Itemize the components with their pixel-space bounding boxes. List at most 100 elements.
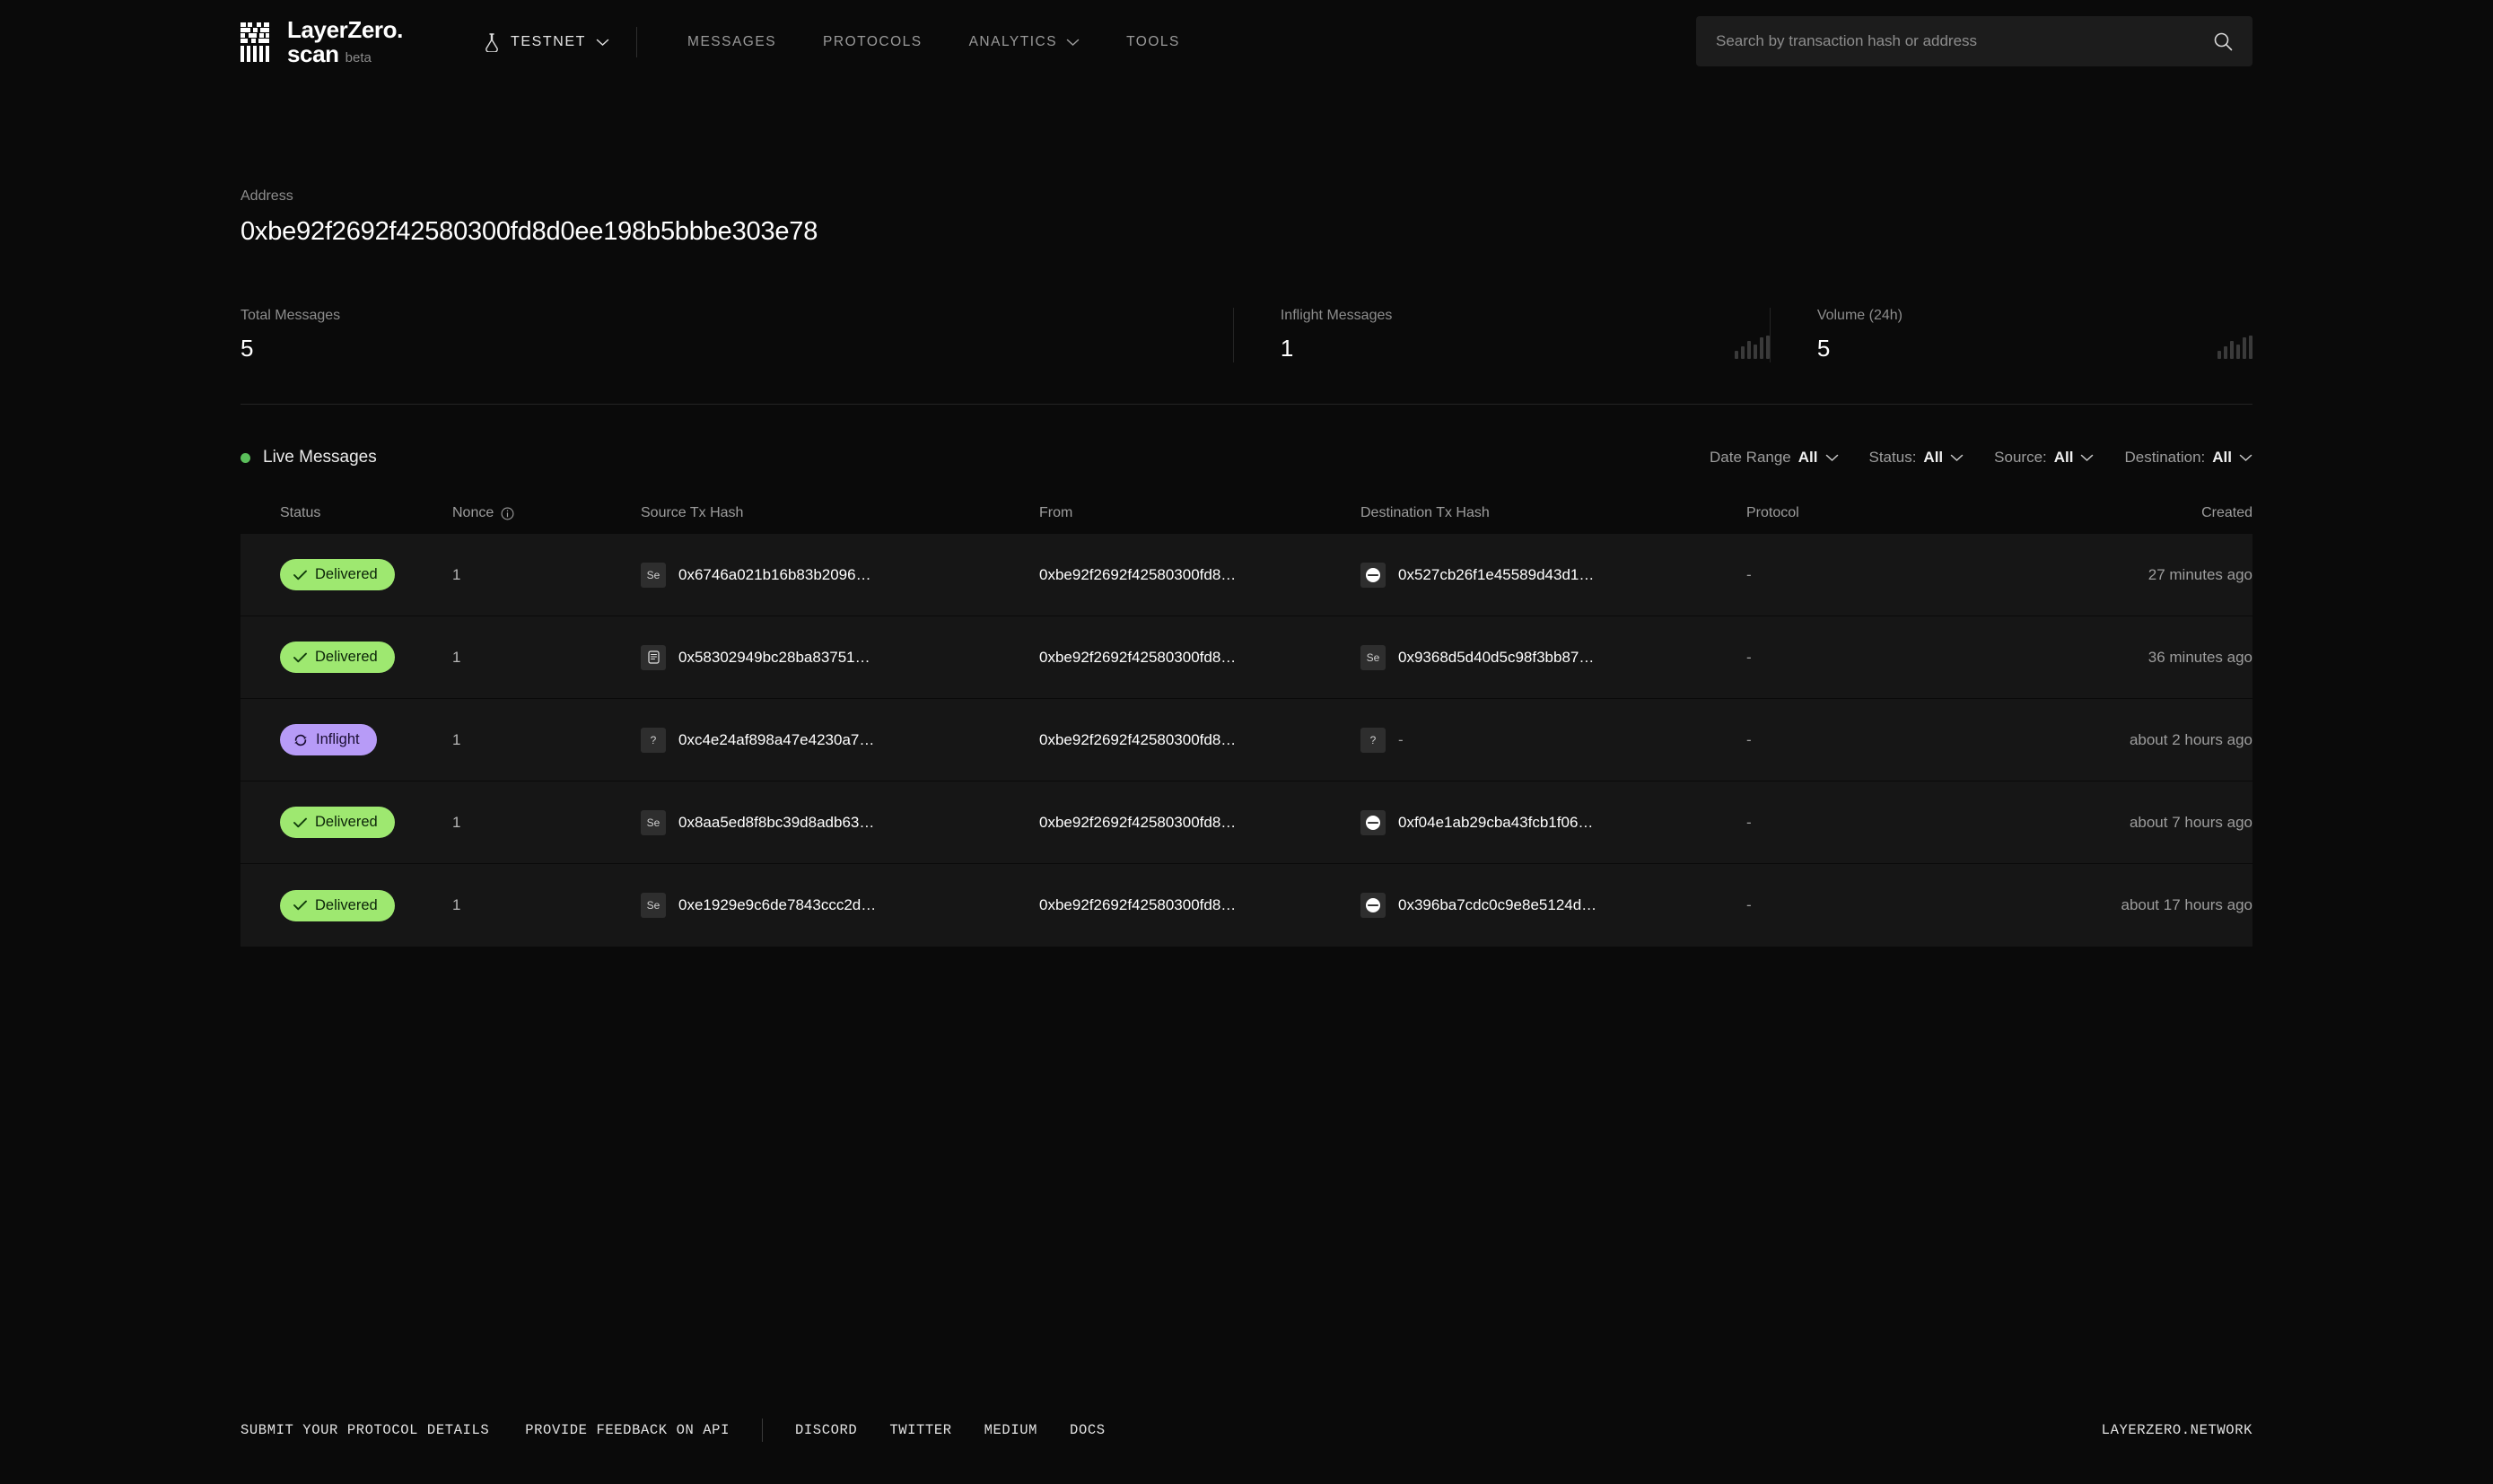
status-badge[interactable]: Inflight bbox=[280, 724, 377, 755]
row-nonce-cell: 1 bbox=[452, 814, 641, 832]
sepolia-chain-icon: Se bbox=[641, 893, 666, 918]
filter-status[interactable]: Status: All bbox=[1869, 449, 1964, 467]
source-tx-hash-link[interactable]: 0x58302949bc28ba83751… bbox=[678, 649, 870, 667]
main-nav: MESSAGES PROTOCOLS ANALYTICS TOOLS bbox=[664, 34, 1203, 50]
table-row[interactable]: Delivered 1 Se 0xe1929e9c6de7843ccc2d… 0… bbox=[241, 864, 2252, 947]
nav-item-tools[interactable]: TOOLS bbox=[1103, 34, 1203, 50]
status-badge[interactable]: Delivered bbox=[280, 889, 395, 921]
row-nonce-cell: 1 bbox=[452, 731, 641, 749]
logo[interactable]: LayerZero. scan beta bbox=[241, 18, 403, 65]
destination-tx-hash-link[interactable]: 0x9368d5d40d5c98f3bb87… bbox=[1398, 649, 1594, 667]
chevron-down-icon bbox=[1825, 454, 1838, 461]
row-destination-hash-cell: 0x527cb26f1e45589d43d1… bbox=[1360, 562, 1746, 588]
stat-total-messages-value: 5 bbox=[241, 335, 254, 362]
status-badge-label: Delivered bbox=[315, 814, 378, 830]
flask-icon bbox=[485, 33, 498, 52]
source-tx-hash-link[interactable]: 0xc4e24af898a47e4230a7… bbox=[678, 731, 874, 749]
nav-item-messages-label: MESSAGES bbox=[687, 34, 777, 49]
row-source-hash-cell: 0x58302949bc28ba83751… bbox=[641, 644, 1039, 670]
filter-date-range-key: Date Range bbox=[1710, 449, 1791, 466]
live-messages-label: Live Messages bbox=[263, 448, 377, 467]
table-row[interactable]: Delivered 1 Se 0x6746a021b16b83b2096… 0x… bbox=[241, 534, 2252, 616]
row-source-hash-cell: Se 0xe1929e9c6de7843ccc2d… bbox=[641, 893, 1039, 918]
filter-date-range-value: All bbox=[1798, 449, 1818, 466]
protocol-value: - bbox=[1746, 896, 1752, 913]
nav-item-messages[interactable]: MESSAGES bbox=[664, 34, 800, 50]
column-header-from: From bbox=[1039, 505, 1073, 520]
status-badge[interactable]: Delivered bbox=[280, 642, 395, 673]
table-row[interactable]: Delivered 1 Se 0x8aa5ed8f8bc39d8adb63… 0… bbox=[241, 781, 2252, 864]
nonce-value: 1 bbox=[452, 648, 461, 666]
destination-tx-hash-link[interactable]: 0x527cb26f1e45589d43d1… bbox=[1398, 566, 1594, 584]
destination-tx-hash-link[interactable]: 0xf04e1ab29cba43fcb1f06… bbox=[1398, 814, 1593, 832]
footer-divider bbox=[762, 1419, 763, 1442]
search-input[interactable] bbox=[1716, 32, 2213, 50]
footer-link-docs[interactable]: DOCS bbox=[1070, 1422, 1106, 1438]
source-tx-hash-link[interactable]: 0x6746a021b16b83b2096… bbox=[678, 566, 871, 584]
column-header-protocol: Protocol bbox=[1746, 505, 1799, 520]
row-status-cell: Delivered bbox=[280, 559, 452, 590]
from-address-link[interactable]: 0xbe92f2692f42580300fd8… bbox=[1039, 649, 1236, 667]
row-created-cell: about 7 hours ago bbox=[2096, 814, 2252, 832]
check-icon bbox=[293, 900, 307, 911]
created-value: about 2 hours ago bbox=[2129, 730, 2252, 748]
nav-item-protocols[interactable]: PROTOCOLS bbox=[800, 34, 946, 50]
destination-tx-hash-link[interactable]: 0x396ba7cdc0c9e8e5124d… bbox=[1398, 896, 1596, 914]
search-bar[interactable] bbox=[1696, 16, 2252, 66]
source-tx-hash-link[interactable]: 0x8aa5ed8f8bc39d8adb63… bbox=[678, 814, 874, 832]
logo-line-1: LayerZero. bbox=[287, 16, 403, 44]
table-row[interactable]: Delivered 1 0x58302949bc28ba83751… 0xbe9… bbox=[241, 616, 2252, 699]
row-created-cell: about 2 hours ago bbox=[2096, 731, 2252, 749]
footer-link-submit-protocol[interactable]: SUBMIT YOUR PROTOCOL DETAILS bbox=[241, 1422, 489, 1438]
scroll-chain-icon bbox=[641, 644, 666, 670]
filter-status-key: Status: bbox=[1868, 449, 1917, 466]
nav-item-analytics[interactable]: ANALYTICS bbox=[946, 34, 1104, 50]
stats-row: Total Messages 5 Inflight Messages 1 Vol… bbox=[241, 308, 2252, 405]
row-protocol-cell: - bbox=[1746, 731, 2096, 749]
top-header: LayerZero. scan beta TESTNET MESSAGES PR… bbox=[0, 0, 2493, 84]
volume-sparkline-icon bbox=[2217, 334, 2252, 359]
status-badge[interactable]: Delivered bbox=[280, 807, 395, 838]
from-address-link[interactable]: 0xbe92f2692f42580300fd8… bbox=[1039, 731, 1236, 749]
column-header-source-tx-hash: Source Tx Hash bbox=[641, 505, 744, 520]
table-header-row: Status Nonce Source Tx Hash From Destina… bbox=[241, 493, 2252, 534]
filter-destination[interactable]: Destination: All bbox=[2124, 449, 2252, 467]
layerzero-logo-icon bbox=[241, 22, 269, 62]
search-icon[interactable] bbox=[2213, 31, 2233, 51]
network-switcher[interactable]: TESTNET bbox=[483, 32, 609, 52]
status-badge[interactable]: Delivered bbox=[280, 559, 395, 590]
from-address-link[interactable]: 0xbe92f2692f42580300fd8… bbox=[1039, 566, 1236, 584]
check-icon bbox=[293, 570, 307, 580]
filter-source[interactable]: Source: All bbox=[1994, 449, 2094, 467]
from-address-link[interactable]: 0xbe92f2692f42580300fd8… bbox=[1039, 896, 1236, 914]
footer-link-medium[interactable]: MEDIUM bbox=[984, 1422, 1037, 1438]
row-protocol-cell: - bbox=[1746, 896, 2096, 914]
stat-volume-24h-value: 5 bbox=[1816, 335, 1831, 362]
stat-volume-24h-label: Volume (24h) bbox=[1816, 308, 1903, 323]
info-icon[interactable] bbox=[501, 507, 514, 520]
from-address-link[interactable]: 0xbe92f2692f42580300fd8… bbox=[1039, 814, 1236, 832]
row-destination-hash-cell: ? - bbox=[1360, 727, 1746, 753]
sepolia-chain-icon: Se bbox=[641, 809, 666, 835]
optimism-chain-icon bbox=[1360, 893, 1386, 918]
footer-link-discord[interactable]: DISCORD bbox=[795, 1422, 857, 1438]
source-tx-hash-link[interactable]: 0xe1929e9c6de7843ccc2d… bbox=[678, 896, 876, 914]
logo-text: LayerZero. scan beta bbox=[287, 18, 403, 65]
nav-item-analytics-label: ANALYTICS bbox=[968, 34, 1058, 49]
protocol-value: - bbox=[1746, 813, 1752, 831]
row-protocol-cell: - bbox=[1746, 649, 2096, 667]
header-divider bbox=[636, 27, 638, 57]
protocol-value: - bbox=[1746, 648, 1752, 666]
row-protocol-cell: - bbox=[1746, 814, 2096, 832]
status-badge-label: Delivered bbox=[315, 649, 378, 665]
footer-link-twitter[interactable]: TWITTER bbox=[889, 1422, 951, 1438]
check-icon bbox=[293, 652, 307, 662]
filter-date-range[interactable]: Date Range All bbox=[1710, 449, 1838, 467]
stat-volume-24h: Volume (24h) 5 bbox=[1769, 308, 2252, 362]
chevron-down-icon bbox=[1066, 39, 1080, 46]
footer-link-layerzero-network[interactable]: LAYERZERO.NETWORK bbox=[2102, 1422, 2252, 1438]
row-created-cell: about 17 hours ago bbox=[2096, 896, 2252, 914]
table-row[interactable]: Inflight 1 ? 0xc4e24af898a47e4230a7… 0xb… bbox=[241, 699, 2252, 781]
footer-link-provide-feedback[interactable]: PROVIDE FEEDBACK ON API bbox=[525, 1422, 730, 1438]
live-messages-header: Live Messages Date Range All Status: All… bbox=[241, 448, 2252, 467]
